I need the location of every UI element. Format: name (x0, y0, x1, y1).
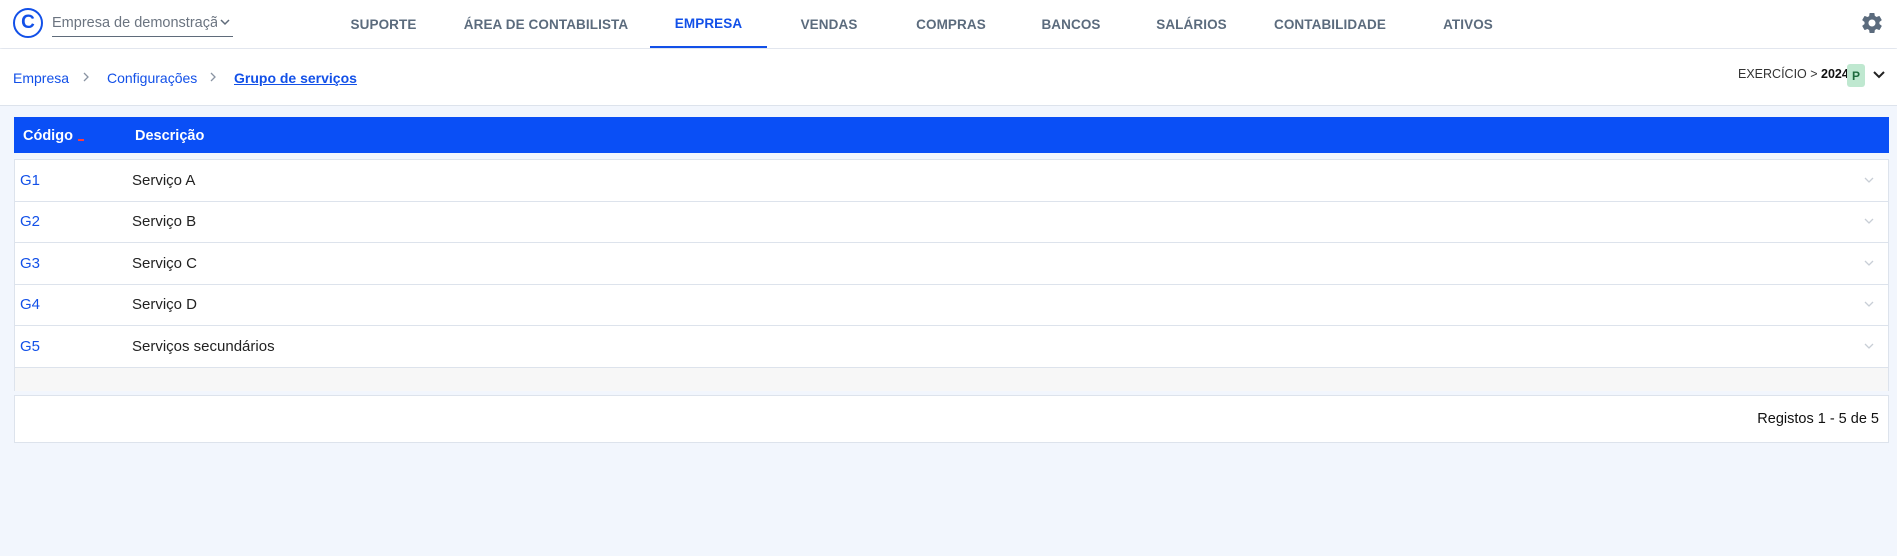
exercise-status-badge: P (1847, 64, 1865, 87)
chevron-down-icon[interactable] (1863, 257, 1875, 269)
breadcrumb: Empresa Configurações Grupo de serviços … (0, 49, 1897, 106)
breadcrumb-item-configuracoes[interactable]: Configurações (107, 70, 197, 86)
nav-area-de-contabilista[interactable]: ÁREA DE CONTABILISTA (460, 0, 632, 48)
nav-empresa[interactable]: EMPRESA (650, 0, 767, 48)
row-code[interactable]: G2 (20, 213, 40, 230)
table-footer: Registos 1 - 5 de 5 (14, 395, 1889, 443)
table-row[interactable]: G5 Serviços secundários (15, 326, 1888, 368)
table-row[interactable]: G2 Serviço B (15, 201, 1888, 243)
chevron-right-icon (210, 72, 216, 82)
row-code[interactable]: G3 (20, 255, 40, 272)
nav-ativos[interactable]: ATIVOS (1435, 0, 1501, 48)
chevron-down-icon[interactable] (1871, 67, 1887, 83)
table-row[interactable]: G3 Serviço C (15, 243, 1888, 285)
column-header-descricao[interactable]: Descrição (135, 128, 204, 144)
row-description: Serviço D (132, 296, 198, 313)
row-description: Serviço A (132, 172, 196, 189)
nav-compras[interactable]: COMPRAS (910, 0, 992, 48)
table-header: Código Descrição (14, 117, 1889, 153)
row-code[interactable]: G1 (20, 172, 40, 189)
column-header-codigo[interactable]: Código (23, 128, 73, 144)
table-filler-row (15, 368, 1888, 391)
table-row[interactable]: G4 Serviço D (15, 284, 1888, 326)
chevron-down-icon[interactable] (1863, 298, 1875, 310)
exercise-label: EXERCÍCIO > (1738, 67, 1822, 81)
nav-contabilidade[interactable]: CONTABILIDADE (1272, 0, 1388, 48)
breadcrumb-item-empresa[interactable]: Empresa (13, 70, 69, 86)
top-navbar: C Empresa de demonstraçã... SUPORTE ÁREA… (0, 0, 1897, 48)
nav-bancos[interactable]: BANCOS (1035, 0, 1107, 48)
app-logo[interactable]: C (13, 8, 43, 38)
chevron-right-icon (83, 72, 89, 82)
sort-indicator-icon (78, 139, 84, 141)
row-code[interactable]: G4 (20, 296, 40, 313)
exercise-year: 2024 (1821, 67, 1849, 81)
row-code[interactable]: G5 (20, 338, 40, 355)
nav-vendas[interactable]: VENDAS (790, 0, 868, 48)
table-row[interactable]: G1 Serviço A (15, 160, 1888, 202)
logo-letter: C (21, 12, 35, 33)
chevron-down-icon[interactable] (1863, 215, 1875, 227)
company-select[interactable]: Empresa de demonstraçã... (52, 10, 233, 37)
company-select-value: Empresa de demonstraçã... (52, 15, 217, 31)
table-body: G1 Serviço A G2 Serviço B G3 Serviço C G… (14, 159, 1889, 391)
row-description: Serviço C (132, 255, 198, 272)
row-description: Serviços secundários (132, 338, 275, 355)
breadcrumb-item-grupo-de-servicos[interactable]: Grupo de serviços (234, 70, 357, 86)
nav-salarios[interactable]: SALÁRIOS (1153, 0, 1230, 48)
nav-suporte[interactable]: SUPORTE (340, 0, 427, 48)
chevron-down-icon (220, 19, 230, 26)
chevron-down-icon[interactable] (1863, 340, 1875, 352)
chevron-down-icon[interactable] (1863, 174, 1875, 186)
exercise-selector[interactable]: EXERCÍCIO > 2024 (1738, 67, 1849, 81)
records-count: Registos 1 - 5 de 5 (1757, 411, 1879, 427)
gear-icon[interactable] (1860, 11, 1884, 35)
row-description: Serviço B (132, 213, 197, 230)
